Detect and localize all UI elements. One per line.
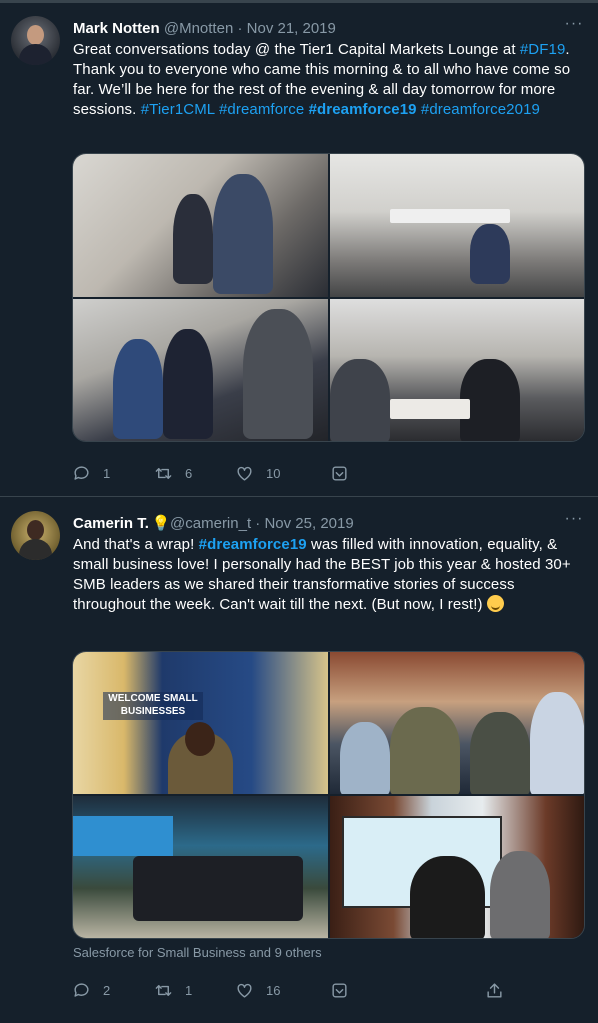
tweet-actions: 1 6 10	[72, 462, 522, 484]
more-icon[interactable]: ···	[564, 16, 584, 37]
photo[interactable]	[73, 154, 328, 297]
grinning-sweat-emoji	[486, 595, 504, 612]
share-button[interactable]	[330, 462, 349, 484]
more-icon[interactable]: ···	[564, 511, 584, 532]
photo[interactable]	[329, 298, 584, 441]
reply-count: 1	[103, 465, 111, 481]
photo[interactable]: WELCOME SMALL BUSINESSES	[73, 652, 328, 794]
share-icon	[332, 982, 347, 998]
lightbulb-icon: 💡	[151, 515, 171, 532]
share-button[interactable]	[330, 979, 349, 1001]
tweet-text-run: Great conversations today @ the Tier1 Ca…	[73, 41, 520, 58]
retweet-button[interactable]: 6	[154, 462, 192, 484]
avatar[interactable]	[11, 511, 60, 560]
reply-icon	[74, 982, 89, 997]
tweet-date[interactable]: Nov 21, 2019	[247, 20, 336, 37]
photo[interactable]	[329, 652, 584, 794]
separator: ·	[251, 515, 265, 532]
tweet-text: Great conversations today @ the Tier1 Ca…	[73, 40, 578, 120]
share-icon	[332, 465, 347, 481]
photo[interactable]	[329, 154, 584, 297]
welcome-sign: WELCOME SMALL BUSINESSES	[103, 692, 203, 720]
upload-icon	[487, 982, 502, 998]
display-name[interactable]: Camerin T.	[73, 515, 149, 532]
media-grid[interactable]	[72, 153, 585, 442]
like-button[interactable]: 10	[235, 462, 280, 484]
hashtag-link[interactable]: #dreamforce	[219, 101, 304, 118]
reply-icon	[74, 465, 89, 480]
photo-tags[interactable]: Salesforce for Small Business and 9 othe…	[73, 945, 322, 961]
tweet-text-run: And that's a wrap!	[73, 536, 199, 553]
tweet-text: And that's a wrap! #dreamforce19 was fil…	[73, 535, 573, 615]
tweet[interactable]: Camerin T. 💡 @camerin_t · Nov 25, 2019 ··…	[0, 498, 598, 1023]
separator: ·	[233, 20, 247, 37]
display-name[interactable]: Mark Notten	[73, 20, 160, 37]
media-grid[interactable]: WELCOME SMALL BUSINESSES	[72, 651, 585, 939]
tweet[interactable]: Mark Notten @Mnotten · Nov 21, 2019 ··· …	[0, 3, 598, 497]
hashtag-link[interactable]: #dreamforce19	[309, 101, 417, 118]
hashtag-link[interactable]: #dreamforce2019	[421, 101, 540, 118]
tweet-header: Camerin T. 💡 @camerin_t · Nov 25, 2019	[73, 513, 558, 535]
heart-icon	[237, 466, 252, 481]
upload-button[interactable]	[485, 979, 504, 1001]
retweet-count: 6	[185, 465, 193, 481]
tweet-actions: 2 1 16	[72, 979, 522, 1001]
like-button[interactable]: 16	[235, 979, 280, 1001]
photo[interactable]	[73, 796, 328, 938]
like-count: 10	[266, 465, 281, 481]
reply-count: 2	[103, 982, 111, 998]
tweet-header: Mark Notten @Mnotten · Nov 21, 2019	[73, 18, 558, 40]
retweet-icon	[155, 984, 172, 996]
reply-button[interactable]: 2	[72, 979, 110, 1001]
hashtag-link[interactable]: #Tier1CML	[141, 101, 215, 118]
user-handle[interactable]: @Mnotten	[164, 20, 233, 37]
retweet-button[interactable]: 1	[154, 979, 192, 1001]
heart-icon	[237, 983, 252, 998]
photo[interactable]	[329, 796, 584, 938]
like-count: 16	[266, 982, 281, 998]
reply-button[interactable]: 1	[72, 462, 110, 484]
hashtag-link[interactable]: #DF19	[520, 41, 566, 58]
avatar[interactable]	[11, 16, 60, 65]
photo[interactable]	[73, 298, 328, 441]
hashtag-link[interactable]: #dreamforce19	[199, 536, 307, 553]
tweet-date[interactable]: Nov 25, 2019	[264, 515, 353, 532]
retweet-count: 1	[185, 982, 193, 998]
user-handle[interactable]: @camerin_t	[170, 515, 251, 532]
retweet-icon	[155, 467, 172, 479]
